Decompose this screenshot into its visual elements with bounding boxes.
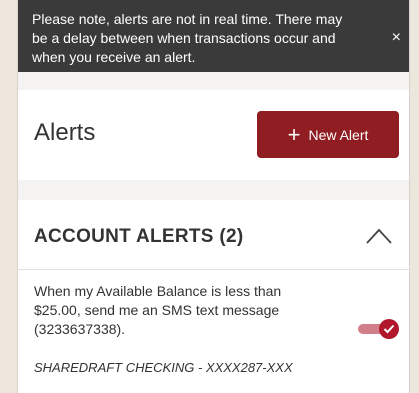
- alert-line: (3233637338).: [34, 321, 126, 337]
- alert-line: $25.00, send me an SMS text message: [34, 302, 280, 318]
- new-alert-button[interactable]: + New Alert: [257, 111, 399, 158]
- new-alert-label: New Alert: [308, 126, 369, 143]
- notice-line: Please note, alerts are not in real time…: [32, 11, 343, 27]
- section-title: ACCOUNT ALERTS (2): [34, 226, 244, 247]
- realtime-notice-banner: Please note, alerts are not in real time…: [18, 0, 409, 72]
- page-title: Alerts: [34, 119, 96, 146]
- notice-line: when you receive an alert.: [32, 49, 196, 65]
- notice-line: be a delay between when transactions occ…: [32, 30, 336, 46]
- alert-line: When my Available Balance is less than: [34, 283, 282, 299]
- alert-description: When my Available Balance is less than $…: [34, 282, 324, 339]
- close-icon[interactable]: ×: [392, 30, 401, 46]
- account-alerts-card: ACCOUNT ALERTS (2) When my Available Bal…: [18, 200, 409, 393]
- checkmark-icon: [383, 324, 395, 334]
- toggle-knob: [379, 319, 399, 339]
- alert-enabled-toggle[interactable]: [358, 319, 400, 339]
- alerts-header: Alerts + New Alert: [18, 90, 409, 180]
- alert-account-name: SHAREDRAFT CHECKING - XXXX287-XXX: [34, 360, 293, 375]
- chevron-up-icon[interactable]: [366, 228, 392, 244]
- account-alerts-header[interactable]: ACCOUNT ALERTS (2): [18, 200, 409, 270]
- alerts-panel: Please note, alerts are not in real time…: [17, 0, 410, 393]
- plus-icon: +: [287, 121, 301, 147]
